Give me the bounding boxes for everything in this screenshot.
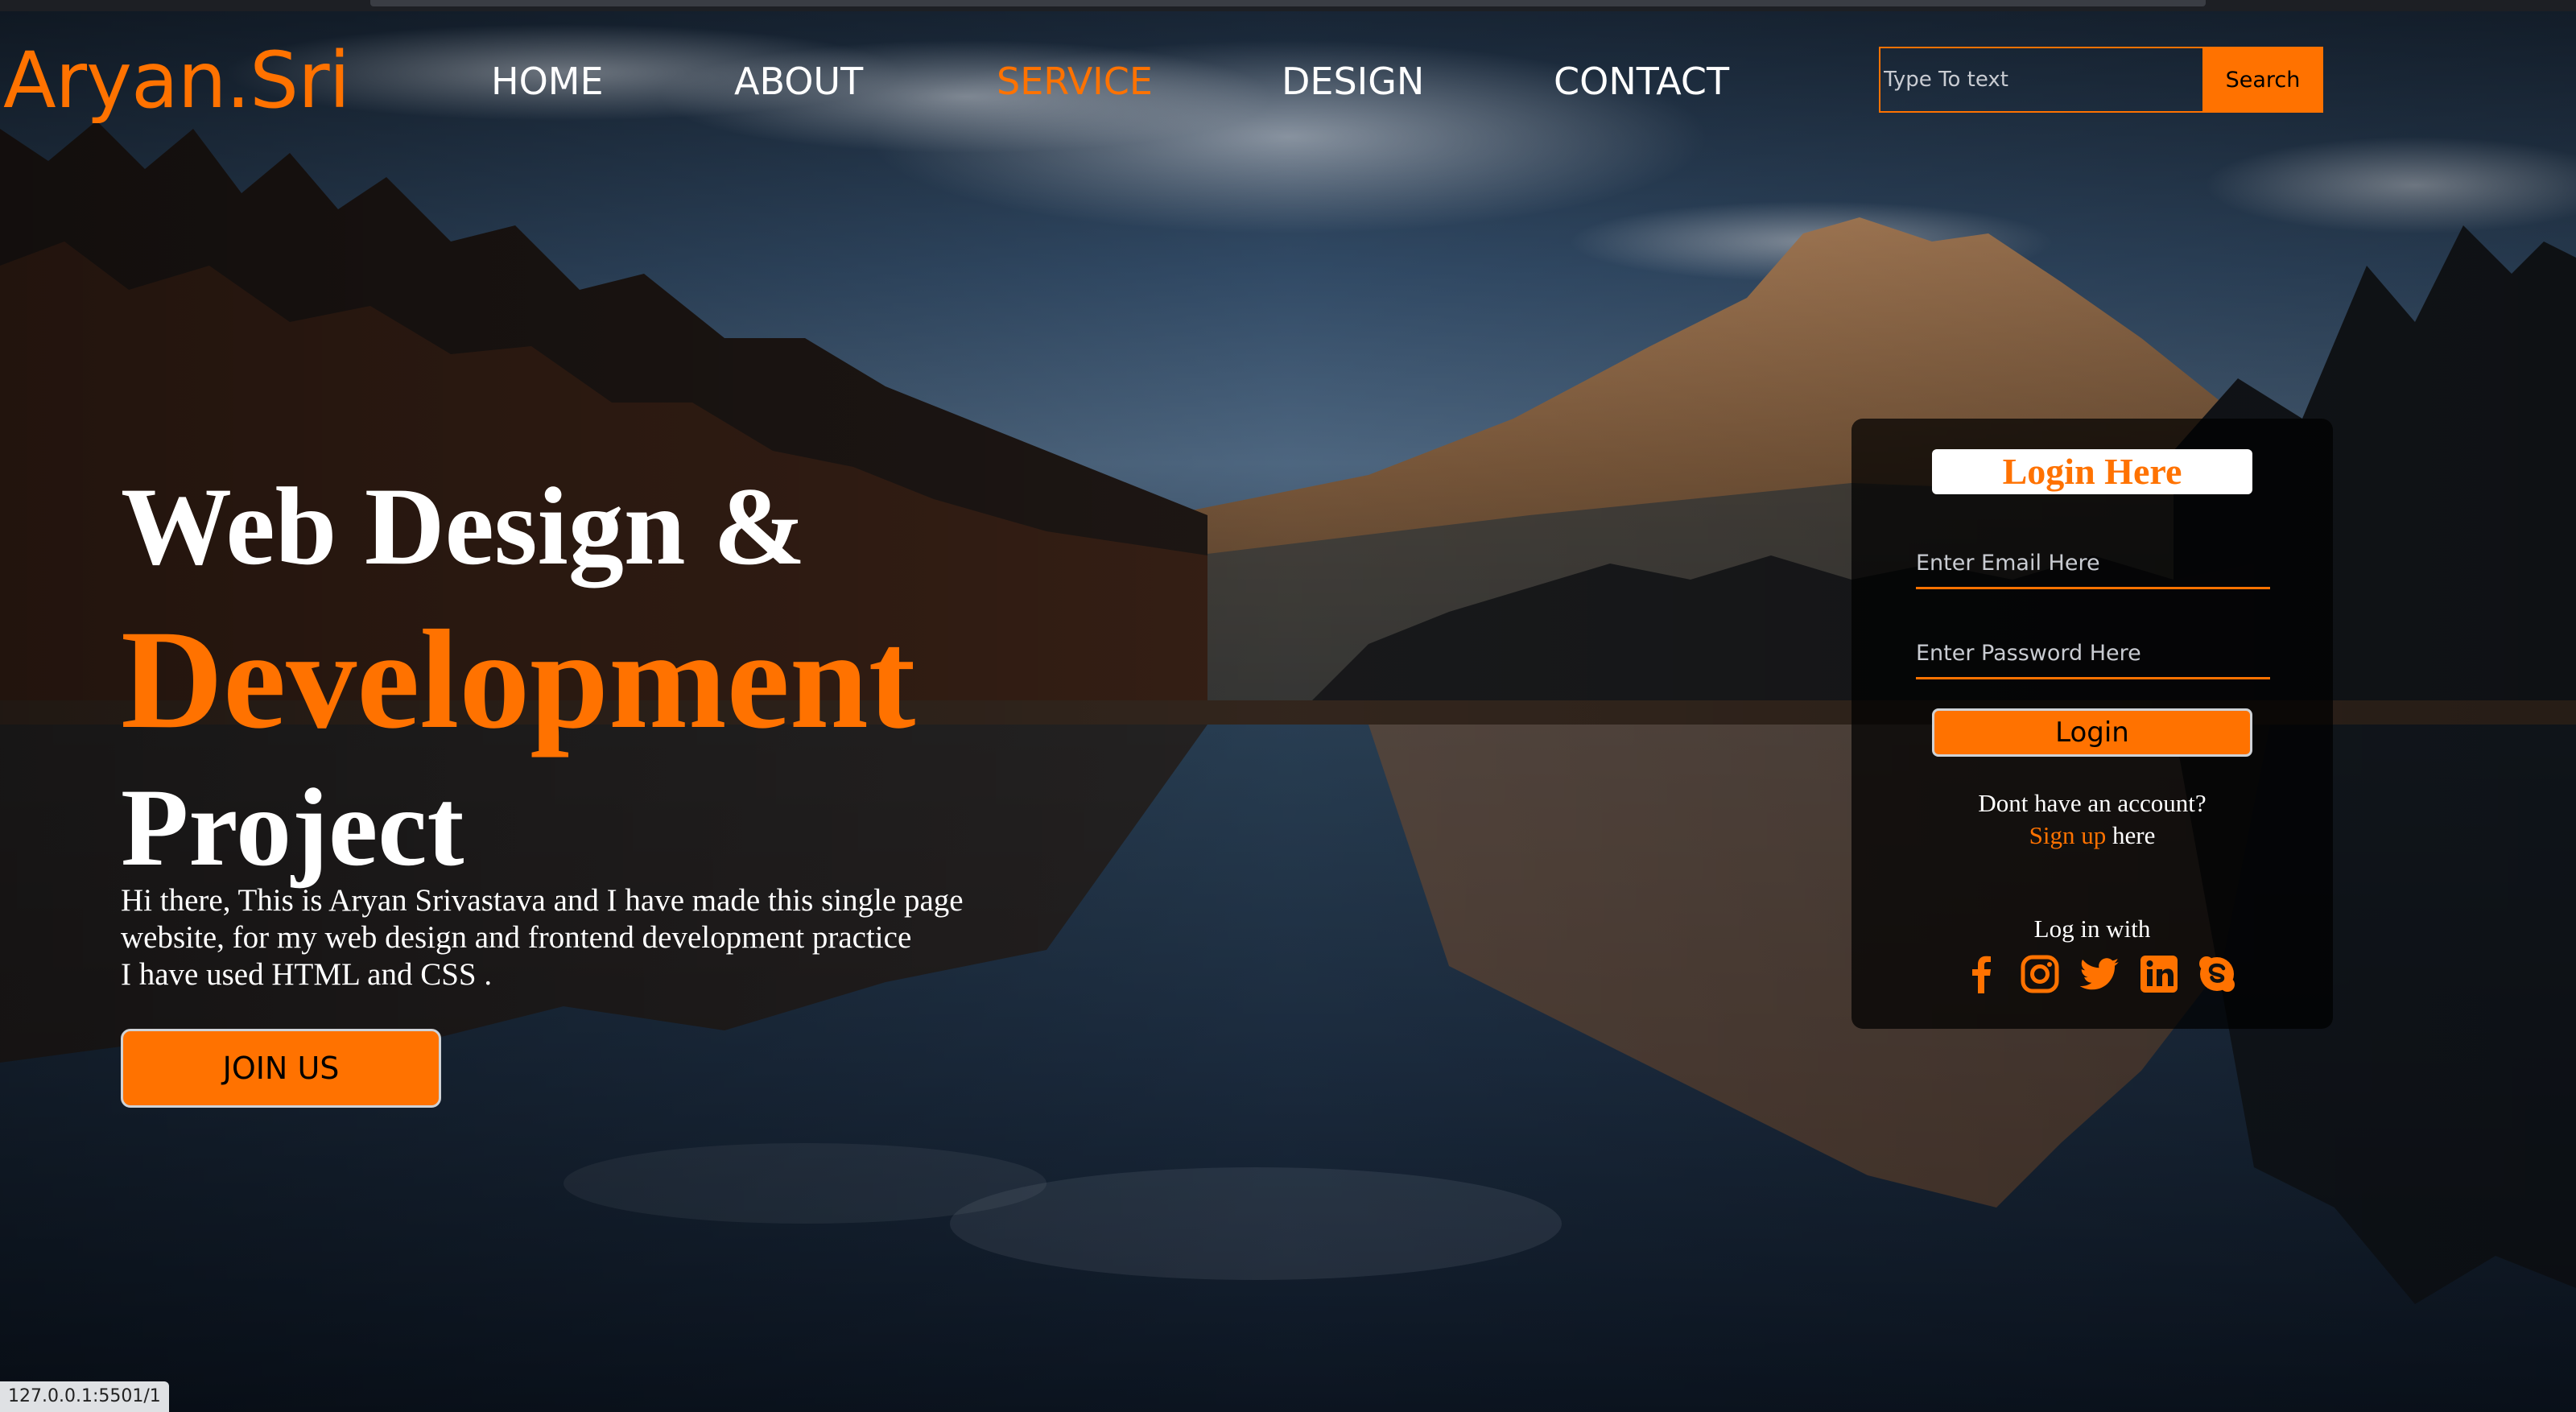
hero-description-line: Hi there, This is Aryan Srivastava and I… — [121, 883, 964, 918]
signup-prompt: Dont have an account? Sign up here — [1852, 787, 2333, 852]
password-field[interactable] — [1916, 630, 2270, 679]
nav-service[interactable]: SERVICE — [997, 60, 1153, 103]
nav-design[interactable]: DESIGN — [1282, 60, 1424, 103]
nav-home[interactable]: HOME — [491, 60, 604, 103]
login-button[interactable]: Login — [1932, 708, 2252, 757]
nav-about[interactable]: ABOUT — [734, 60, 863, 103]
browser-top-edge — [0, 0, 2576, 11]
linkedin-icon[interactable] — [2138, 953, 2180, 995]
login-card: Login Here Login Dont have an account? S… — [1852, 419, 2333, 1029]
webpage: Aryan.Sri HOME ABOUT SERVICE DESIGN CONT… — [0, 0, 2576, 1412]
email-field[interactable] — [1916, 539, 2270, 589]
skype-icon[interactable] — [2196, 953, 2238, 995]
login-title: Login Here — [1932, 449, 2252, 494]
signup-suffix: here — [2106, 821, 2156, 849]
login-with-label: Log in with — [2033, 914, 2151, 943]
hero-description-line: website, for my web design and frontend … — [121, 920, 912, 955]
browser-status-url: 127.0.0.1:5501/1 — [0, 1381, 169, 1412]
hero-description: Hi there, This is Aryan Srivastava and I… — [121, 882, 1135, 993]
site-logo[interactable]: Aryan.Sri — [3, 32, 350, 129]
hero-heading-line-2: Development — [121, 601, 916, 758]
join-us-button[interactable]: JOIN US — [121, 1029, 441, 1108]
signup-line: Sign up here — [1852, 820, 2333, 852]
no-account-text: Dont have an account? — [1978, 789, 2207, 817]
hero-description-line: I have used HTML and CSS . — [121, 957, 493, 992]
twitter-icon[interactable] — [2079, 953, 2120, 995]
social-login-icons — [1961, 953, 2235, 998]
search-input[interactable] — [1879, 47, 2202, 113]
signup-link[interactable]: Sign up — [2029, 821, 2107, 849]
facebook-icon[interactable] — [1961, 953, 2003, 995]
hero-heading-line-3: Project — [121, 766, 464, 889]
hero-heading-line-1: Web Design & — [121, 464, 807, 588]
tab-strip — [370, 0, 2206, 6]
instagram-icon[interactable] — [2019, 953, 2061, 995]
nav-contact[interactable]: CONTACT — [1554, 60, 1729, 103]
search-button[interactable]: Search — [2202, 47, 2323, 113]
